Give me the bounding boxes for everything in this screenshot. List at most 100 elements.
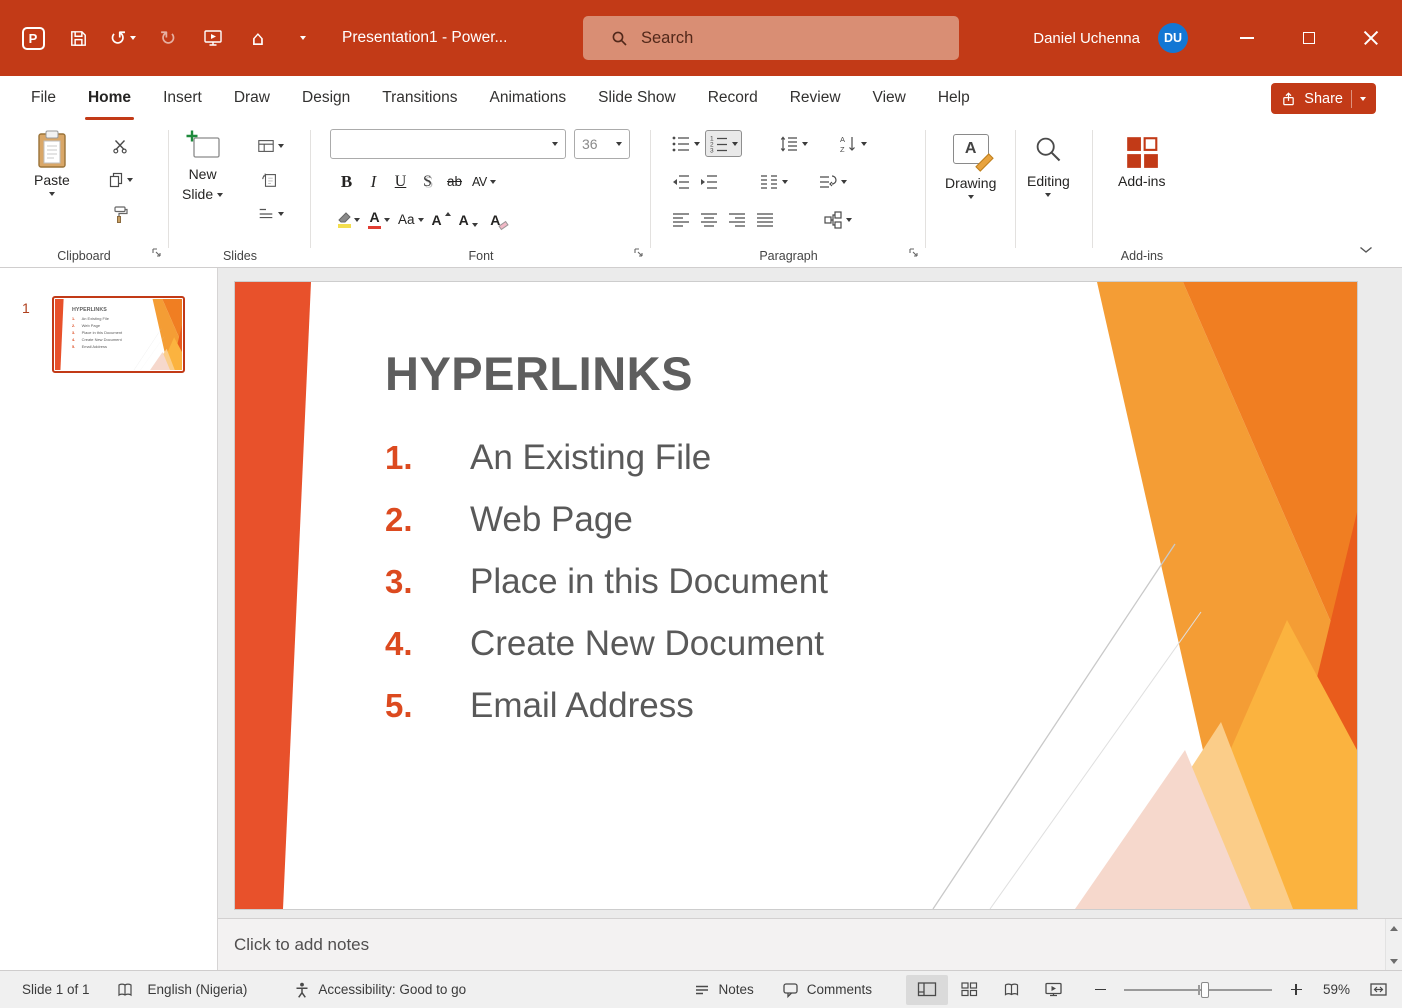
slide-thumbnail-1[interactable]: HYPERLINKS 1.An Existing File 2.Web Page… xyxy=(52,296,185,373)
bullets-button[interactable] xyxy=(668,130,703,157)
slide-sorter-view-button[interactable] xyxy=(948,975,990,1005)
justify-button[interactable] xyxy=(752,206,778,233)
convert-to-smartart-button[interactable] xyxy=(820,206,855,233)
tab-help[interactable]: Help xyxy=(922,76,986,120)
slide-indicator[interactable]: Slide 1 of 1 xyxy=(22,982,90,997)
slide-title-placeholder[interactable]: HYPERLINKS xyxy=(385,346,693,401)
font-dialog-launcher[interactable] xyxy=(633,245,644,261)
cut-button[interactable] xyxy=(98,131,142,160)
tab-record[interactable]: Record xyxy=(692,76,774,120)
tab-insert[interactable]: Insert xyxy=(147,76,218,120)
user-name[interactable]: Daniel Uchenna xyxy=(1033,30,1140,47)
paragraph-dialog-launcher[interactable] xyxy=(908,245,919,261)
normal-view-button[interactable] xyxy=(906,975,948,1005)
tab-home[interactable]: Home xyxy=(72,76,147,120)
app-logo-button[interactable]: P xyxy=(14,19,52,57)
zoom-level[interactable]: 59% xyxy=(1308,982,1350,997)
new-slide-button[interactable]: New Slide xyxy=(182,129,223,203)
tab-file[interactable]: File xyxy=(15,76,72,120)
slideshow-view-button[interactable] xyxy=(1032,975,1074,1005)
start-slideshow-button[interactable] xyxy=(194,19,232,57)
tab-animations[interactable]: Animations xyxy=(473,76,582,120)
group-divider xyxy=(168,130,169,248)
text-direction-button[interactable] xyxy=(815,168,850,195)
comments-button[interactable]: Comments xyxy=(782,981,872,999)
ribbon-tab-bar: File Home Insert Draw Design Transitions… xyxy=(0,76,1402,120)
slide-layout-button[interactable] xyxy=(248,131,292,160)
titlebar: P ↺ ↻ ⌂ Presentation1 - Power... xyxy=(0,0,1402,76)
zoom-in-icon xyxy=(1291,984,1302,995)
font-name-combobox[interactable] xyxy=(330,129,566,159)
addins-grid-icon xyxy=(1124,134,1160,170)
maximize-button[interactable] xyxy=(1278,0,1340,76)
copy-button[interactable] xyxy=(98,165,142,194)
zoom-slider-thumb[interactable] xyxy=(1201,982,1209,998)
paste-button[interactable]: Paste xyxy=(34,129,70,196)
zoom-in-button[interactable] xyxy=(1284,978,1308,1002)
avatar[interactable]: DU xyxy=(1158,23,1188,53)
reset-slide-button[interactable] xyxy=(248,165,292,194)
notes-scrollbar[interactable] xyxy=(1385,919,1402,970)
customize-toolbar-button[interactable] xyxy=(284,19,322,57)
tab-design[interactable]: Design xyxy=(286,76,366,120)
scroll-down-button[interactable] xyxy=(1388,955,1401,967)
tab-view[interactable]: View xyxy=(857,76,922,120)
font-size-combobox[interactable]: 36 xyxy=(574,129,630,159)
decrease-indent-button[interactable] xyxy=(668,168,694,195)
fit-slide-to-window-button[interactable] xyxy=(1366,978,1390,1002)
section-button[interactable] xyxy=(248,199,292,228)
tab-slide-show[interactable]: Slide Show xyxy=(582,76,692,120)
reading-view-button[interactable] xyxy=(990,975,1032,1005)
notes-pane[interactable]: Click to add notes xyxy=(218,918,1402,970)
spell-check-button[interactable] xyxy=(116,981,134,999)
decrease-font-size-button[interactable]: A xyxy=(456,206,481,233)
drawing-button[interactable]: A Drawing xyxy=(945,134,996,199)
tab-draw[interactable]: Draw xyxy=(218,76,286,120)
minimize-button[interactable] xyxy=(1216,0,1278,76)
language-indicator[interactable]: English (Nigeria) xyxy=(148,982,248,997)
scroll-up-button[interactable] xyxy=(1388,922,1401,934)
redo-button[interactable]: ↻ xyxy=(149,19,187,57)
search-box[interactable]: Search xyxy=(583,16,959,60)
tab-review[interactable]: Review xyxy=(774,76,857,120)
window-title: Presentation1 - Power... xyxy=(342,29,507,47)
increase-font-size-button[interactable]: A xyxy=(429,206,454,233)
align-left-button[interactable] xyxy=(668,206,694,233)
clipboard-dialog-launcher[interactable] xyxy=(151,245,162,261)
notes-toggle-button[interactable]: Notes xyxy=(693,981,753,999)
bold-button[interactable]: B xyxy=(334,168,359,195)
slide-canvas[interactable]: HYPERLINKS 1.An Existing File 2.Web Page… xyxy=(235,282,1357,909)
sort-text-button[interactable]: AZ xyxy=(835,130,870,157)
chevron-down-icon xyxy=(841,180,847,184)
character-spacing-button[interactable]: AV xyxy=(469,168,499,195)
line-spacing-button[interactable] xyxy=(776,130,811,157)
columns-button[interactable] xyxy=(756,168,791,195)
highlight-button[interactable] xyxy=(334,206,363,233)
format-painter-button[interactable] xyxy=(98,199,142,228)
group-drawing: A Drawing xyxy=(927,120,1015,268)
share-button[interactable]: Share xyxy=(1271,83,1376,114)
collapse-ribbon-button[interactable] xyxy=(1354,241,1378,259)
font-color-button[interactable]: A xyxy=(365,206,393,233)
save-button[interactable] xyxy=(59,19,97,57)
clear-formatting-button[interactable]: A xyxy=(483,206,508,233)
align-right-button[interactable] xyxy=(724,206,750,233)
addins-button[interactable]: Add-ins xyxy=(1118,134,1165,190)
change-case-button[interactable]: Aa xyxy=(395,206,427,233)
align-center-button[interactable] xyxy=(696,206,722,233)
slide-content-placeholder[interactable]: 1.An Existing File 2.Web Page 3.Place in… xyxy=(385,427,828,737)
numbering-button[interactable]: 123 xyxy=(705,130,742,157)
editing-button[interactable]: Editing xyxy=(1027,134,1070,197)
tab-transitions[interactable]: Transitions xyxy=(366,76,473,120)
increase-indent-button[interactable] xyxy=(696,168,722,195)
undo-button[interactable]: ↺ xyxy=(104,19,142,57)
accessibility-checker[interactable]: Accessibility: Good to go xyxy=(293,981,466,999)
strikethrough-button[interactable]: ab xyxy=(442,168,467,195)
home-button[interactable]: ⌂ xyxy=(239,19,277,57)
zoom-out-button[interactable] xyxy=(1088,978,1112,1002)
text-shadow-button[interactable]: S xyxy=(415,168,440,195)
zoom-slider[interactable] xyxy=(1124,989,1272,991)
close-button[interactable] xyxy=(1340,0,1402,76)
italic-button[interactable]: I xyxy=(361,168,386,195)
underline-button[interactable]: U xyxy=(388,168,413,195)
